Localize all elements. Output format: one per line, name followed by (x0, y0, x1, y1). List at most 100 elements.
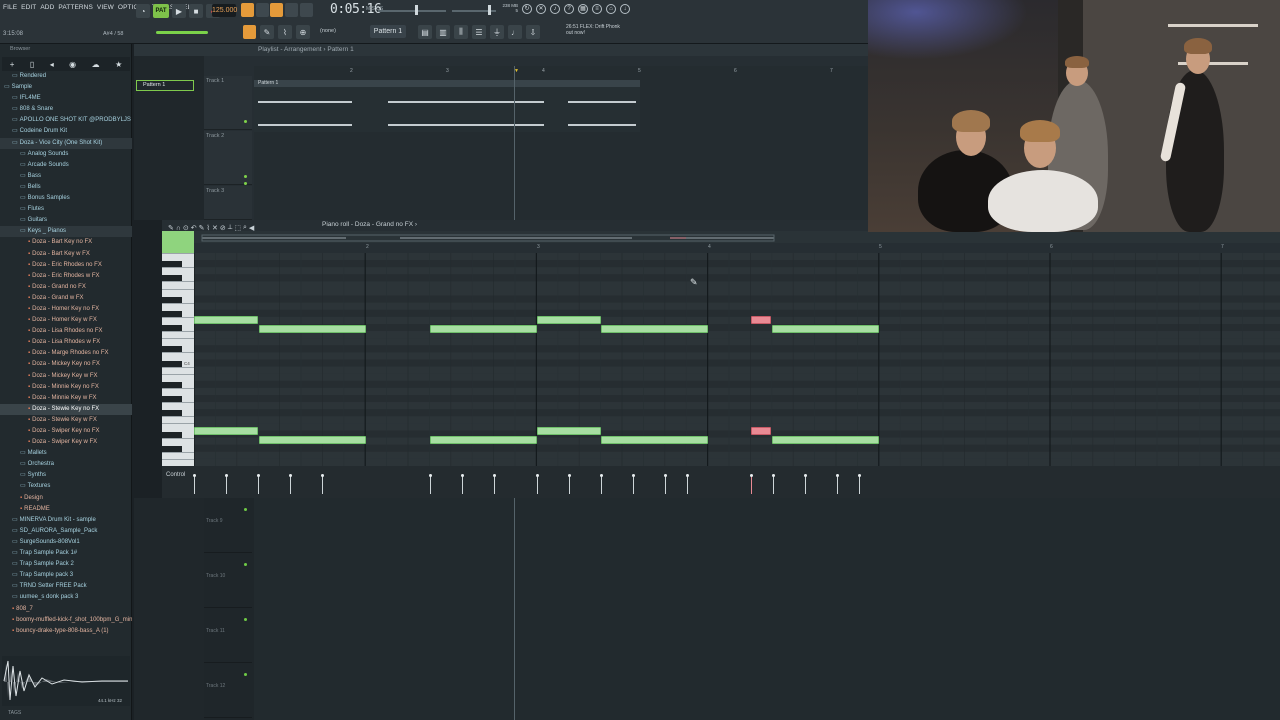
browser-folder[interactable]: ▭ IFL4ME (0, 93, 132, 104)
menu-file[interactable]: FILE (3, 4, 17, 16)
loop-record-icon[interactable] (285, 3, 298, 17)
track-header[interactable]: Track 10 (204, 553, 252, 608)
track-mute-led[interactable] (244, 182, 247, 185)
browser-file[interactable]: ▪ Doza - Bart Key w FX (0, 249, 132, 260)
browser-file[interactable]: ▪ Doza - Stewie Key no FX (0, 403, 132, 415)
master-volume-slider[interactable] (378, 10, 446, 12)
velocity-bar[interactable] (225, 474, 228, 494)
browser-folder[interactable]: ▭ MINERVA Drum Kit - sample (0, 515, 132, 526)
song-marker-icon[interactable]: ▼ (514, 68, 519, 74)
midi-note[interactable] (430, 325, 537, 333)
velocity-bar[interactable] (804, 474, 807, 494)
refresh-icon[interactable]: ↻ (522, 4, 532, 14)
piano-roll-ruler[interactable]: 2 3 4 5 6 7 (194, 243, 1280, 253)
velocity-bar[interactable] (493, 474, 496, 494)
menu-add[interactable]: ADD (40, 4, 54, 16)
stop-button[interactable]: ■ (189, 4, 203, 18)
browser-file[interactable]: ▪ Doza - Swiper Key no FX (0, 426, 132, 437)
brush-icon[interactable]: ⌇ (278, 25, 292, 39)
tempo-tap-icon[interactable]: ♩ (508, 25, 522, 39)
midi-note[interactable] (537, 427, 601, 435)
piano-keyboard[interactable]: C4 (162, 253, 194, 466)
back-icon[interactable]: ◂ (50, 60, 54, 69)
browser-file[interactable]: ▪ Doza - Homer Key no FX (0, 304, 132, 315)
snap-mode-icon[interactable] (243, 25, 256, 39)
wait-input-icon[interactable] (300, 3, 313, 17)
file-icon[interactable]: ▯ (30, 60, 34, 69)
piano-roll-icon[interactable]: ▥ (436, 25, 450, 39)
browser-folder[interactable]: ▭ Sample (0, 82, 132, 93)
step-edit-icon[interactable] (256, 3, 269, 17)
mixer-view-icon[interactable]: ⫼ (454, 25, 468, 39)
velocity-bar[interactable] (772, 474, 775, 494)
velocity-bar[interactable] (632, 474, 635, 494)
velocity-bar[interactable] (321, 474, 324, 494)
menu-patterns[interactable]: PATTERNS (58, 4, 93, 16)
velocity-bar[interactable] (750, 474, 753, 494)
track-header[interactable]: Track 9 (204, 498, 252, 553)
pencil-icon[interactable]: ✎ (260, 25, 274, 39)
browser-file[interactable]: ▪ Doza - Lisa Rhodes w FX (0, 337, 132, 348)
browser-folder[interactable]: ▭ Bells (0, 182, 132, 193)
midi-note[interactable] (194, 316, 258, 324)
browser-file[interactable]: ▪ Doza - Minnie Key w FX (0, 393, 132, 404)
velocity-bar[interactable] (686, 474, 689, 494)
mixer-icon[interactable]: ✕ (536, 4, 546, 14)
news-panel[interactable]: 26:51 FLEX: Drift Phonk out now! (566, 24, 620, 36)
browser-icon[interactable]: ⌂ (606, 4, 616, 14)
browser-folder[interactable]: ▭ Rendered (0, 71, 132, 82)
velocity-bar[interactable] (289, 474, 292, 494)
midi-note[interactable] (259, 436, 366, 444)
stamp-icon[interactable]: ⊕ (296, 25, 310, 39)
piano-roll-overview[interactable] (162, 231, 1280, 243)
browser-file[interactable]: ▪ bouncy-drake-type-808-bass_A (1) (0, 626, 132, 637)
track-mute-led[interactable] (244, 563, 247, 566)
browser-folder[interactable]: ▭ Bonus Samples (0, 193, 132, 204)
channel-view-icon[interactable]: ☰ (472, 25, 486, 39)
download-icon[interactable]: ↓ (620, 4, 630, 14)
midi-note[interactable] (601, 325, 708, 333)
browser-file[interactable]: ▪ Doza - Swiper Key w FX (0, 437, 132, 448)
browser-file[interactable]: ▪ Doza - Lisa Rhodes no FX (0, 326, 132, 337)
browser-folder[interactable]: ▭ TRND Setter FREE Pack (0, 581, 132, 592)
control-label[interactable]: Control (166, 472, 185, 478)
master-pitch-knob[interactable] (488, 5, 491, 15)
browser-folder[interactable]: ▭ SurgeSounds-808Vol1 (0, 537, 132, 548)
browser-file[interactable]: ▪ boomy-muffled-kick-f_shot_100bpm_G_mino… (0, 615, 132, 626)
browser-folder[interactable]: ▭ Doza - Vice City (One Shot Kit) (0, 137, 132, 149)
browser-folder[interactable]: ▭ Trap Sample pack 3 (0, 570, 132, 581)
play-button[interactable]: ▶ (172, 4, 186, 18)
velocity-bar[interactable] (536, 474, 539, 494)
browser-file[interactable]: ▪ Doza - Minnie Key no FX (0, 382, 132, 393)
velocity-bar[interactable] (568, 474, 571, 494)
snap-select[interactable]: (none) (320, 26, 350, 37)
midi-note[interactable] (430, 436, 537, 444)
velocity-bar[interactable] (836, 474, 839, 494)
mic-icon[interactable]: ♪ (550, 4, 560, 14)
browser-folder[interactable]: ▭ Arcade Sounds (0, 160, 132, 171)
browser-folder[interactable]: ▭ Flutes (0, 204, 132, 215)
velocity-bar[interactable] (461, 474, 464, 494)
browser-folder[interactable]: ▭ Trap Sample Pack 1# (0, 548, 132, 559)
metronome-icon[interactable]: ◔ (136, 4, 150, 18)
track-header[interactable]: Track 12 (204, 663, 252, 718)
browser-folder[interactable]: ▭ Trap Sample Pack 2 (0, 559, 132, 570)
browser-folder[interactable]: ▭ Guitars (0, 215, 132, 226)
export-icon[interactable]: ⇩ (526, 25, 540, 39)
selected-note[interactable] (751, 427, 771, 435)
tags-button[interactable]: TAGS (8, 710, 21, 716)
browser-folder[interactable]: ▭ 808 & Snare (0, 104, 132, 115)
browser-folder[interactable]: ▭ Keys _ Pianos (0, 226, 132, 238)
track-header[interactable]: Track 11 (204, 608, 252, 663)
velocity-bar[interactable] (257, 474, 260, 494)
browser-file[interactable]: ▪ Doza - Homer Key w FX (0, 315, 132, 326)
midi-note[interactable] (259, 325, 366, 333)
track-mute-led[interactable] (244, 508, 247, 511)
browser-file[interactable]: ▪ README (0, 504, 132, 515)
pattern-clip[interactable]: Pattern 1 (254, 80, 640, 132)
browser-folder[interactable]: ▭ Bass (0, 171, 132, 182)
snapshot-icon[interactable]: ◉ (69, 60, 76, 69)
browser-file[interactable]: ▪ Doza - Eric Rhodes w FX (0, 271, 132, 282)
velocity-bar[interactable] (429, 474, 432, 494)
add-icon[interactable]: + (10, 60, 15, 69)
